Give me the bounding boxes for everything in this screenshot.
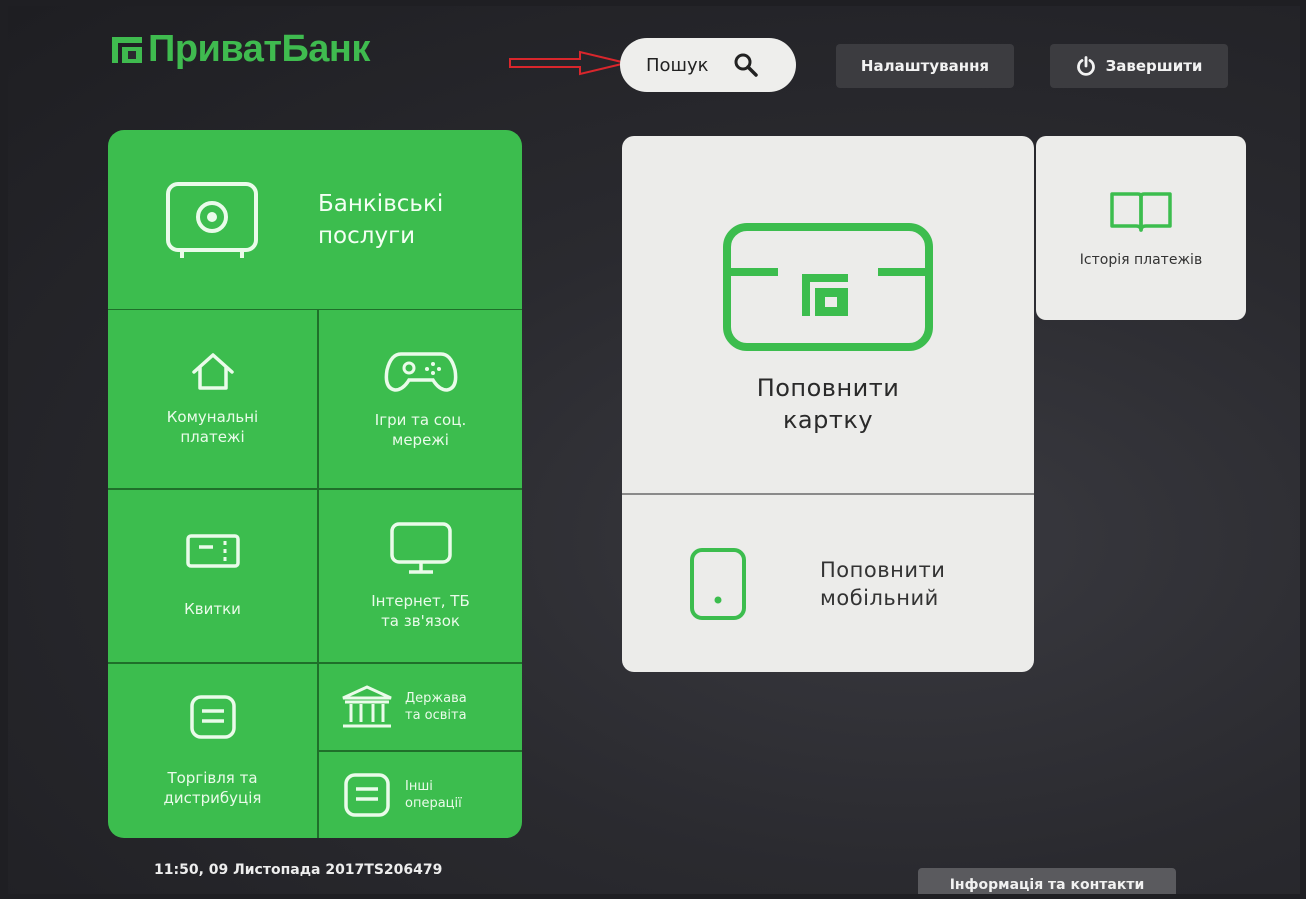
privatbank-logo: ПриватБанк (112, 28, 370, 71)
privatbank-logo-icon (112, 36, 142, 63)
datetime-text: 11:50, 09 Листопада 2017 (154, 862, 365, 878)
tile-banking-services[interactable]: Банківські послуги (108, 130, 522, 310)
payment-history-button[interactable]: Історія платежів (1036, 136, 1246, 320)
search-button[interactable]: Пошук (620, 38, 796, 92)
stack-icon (344, 773, 390, 817)
exit-button[interactable]: Завершити (1050, 44, 1228, 88)
trade-label: Торгівля та дистрибуція (163, 769, 262, 807)
state-education-label: Держава та освіта (405, 691, 467, 723)
tickets-label: Квитки (184, 600, 241, 618)
topup-mobile-button[interactable]: Поповнити мобільний (622, 495, 1034, 672)
phone-icon (690, 547, 746, 620)
terminal-id: TS206479 (364, 862, 443, 878)
topup-card-button[interactable]: Поповнити картку (622, 136, 1034, 492)
register-icon (189, 695, 236, 739)
tile-state-education[interactable]: Держава та освіта (319, 664, 522, 750)
card-icon (723, 223, 933, 351)
topup-mobile-label: Поповнити мобільний (820, 557, 946, 610)
safe-icon (166, 181, 258, 258)
bank-building-icon (342, 685, 392, 728)
book-icon (1110, 192, 1172, 232)
internet-tv-label: Інтернет, ТБ та зв'язок (371, 592, 470, 630)
banking-services-label: Банківські послуги (318, 190, 444, 249)
house-icon (191, 353, 234, 390)
settings-button[interactable]: Налаштування (836, 44, 1014, 88)
topup-card-label: Поповнити картку (756, 374, 900, 434)
power-icon (1076, 56, 1095, 76)
payment-history-label: Історія платежів (1079, 252, 1203, 268)
brand-name: ПриватБанк (148, 28, 370, 70)
gamepad-icon (384, 352, 457, 392)
ticket-icon (185, 534, 240, 568)
info-contacts-button[interactable]: Інформація та контакти (918, 868, 1176, 894)
settings-label: Налаштування (860, 57, 990, 75)
atm-screen: ПриватБанк Пошук Налаштування Завершити (8, 6, 1300, 894)
topup-panel: Поповнити картку Поповнити мобільний (622, 136, 1034, 672)
footer-status: 11:50, 09 Листопада 2017TS206479 (154, 862, 442, 878)
monitor-icon (389, 522, 452, 574)
tile-internet-tv[interactable]: Інтернет, ТБ та зв'язок (319, 490, 522, 662)
games-social-label: Ігри та соц. мережі (374, 411, 467, 449)
search-icon (734, 53, 758, 77)
annotation-arrow (509, 50, 627, 76)
tile-tickets[interactable]: Квитки (108, 490, 317, 662)
tile-games-social[interactable]: Ігри та соц. мережі (319, 310, 522, 488)
other-operations-label: Інші операції (405, 779, 462, 811)
exit-label: Завершити (1105, 57, 1203, 75)
tile-other-operations[interactable]: Інші операції (319, 752, 522, 838)
tile-utilities[interactable]: Комунальні платежі (108, 310, 317, 488)
search-label: Пошук (646, 54, 709, 76)
info-contacts-label: Інформація та контакти (949, 877, 1145, 893)
tile-trade[interactable]: Торгівля та дистрибуція (108, 664, 317, 838)
services-menu: Банківські послуги Комунальні платежі Іг… (108, 130, 522, 838)
utilities-label: Комунальні платежі (166, 408, 259, 446)
